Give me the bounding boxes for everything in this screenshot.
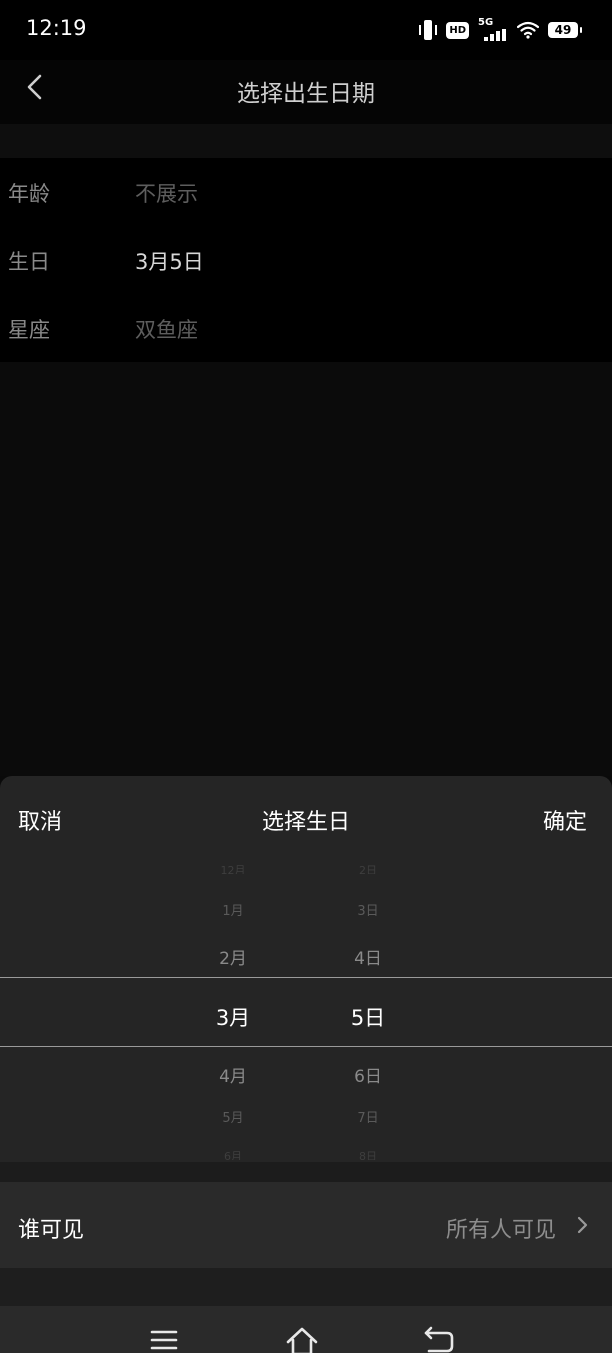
status-bar: 12:19 HD 5G 49 xyxy=(0,0,612,60)
menu-icon[interactable] xyxy=(146,1324,182,1353)
status-time: 12:19 xyxy=(26,16,87,40)
selection-top-line xyxy=(0,977,612,978)
profile-info-list: 年龄 不展示 生日 3月5日 星座 双鱼座 xyxy=(0,158,612,362)
age-label: 年龄 xyxy=(8,182,50,206)
day-option[interactable]: 3日 xyxy=(318,900,418,919)
system-nav-bar xyxy=(0,1306,612,1353)
month-option[interactable]: 5月 xyxy=(183,1107,283,1126)
day-option[interactable]: 4日 xyxy=(318,944,418,969)
birthday-row[interactable]: 生日 3月5日 xyxy=(0,226,612,294)
month-option[interactable]: 2月 xyxy=(183,944,283,969)
day-option[interactable]: 8日 xyxy=(318,1148,418,1160)
sheet-title: 选择生日 xyxy=(261,810,350,835)
confirm-button[interactable]: 确定 xyxy=(543,804,587,836)
network-label: 5G xyxy=(478,17,494,28)
battery-icon: 49 xyxy=(548,22,582,38)
top-bar: 选择出生日期 xyxy=(0,60,612,124)
back-icon[interactable] xyxy=(421,1324,457,1353)
modal-backdrop[interactable] xyxy=(0,362,612,776)
birthday-picker-screen: 12:19 HD 5G 49 选择出生日期 年龄 不展示 生日 3月5日 星座 … xyxy=(0,0,612,1353)
age-row[interactable]: 年龄 不展示 xyxy=(0,158,612,226)
birthday-label: 生日 xyxy=(8,250,50,274)
vibrate-icon xyxy=(419,20,438,40)
month-option-selected[interactable]: 3月 xyxy=(183,1002,283,1032)
birthday-bottom-sheet: 取消 选择生日 确定 12月 1月 2月 3月 4月 5月 6月 2日 3日 4… xyxy=(0,776,612,1306)
sheet-bottom-band xyxy=(0,1268,612,1306)
month-option[interactable]: 1月 xyxy=(183,900,283,919)
status-icons: HD 5G 49 xyxy=(419,17,582,42)
hd-icon: HD xyxy=(446,21,469,39)
day-option[interactable]: 7日 xyxy=(318,1107,418,1126)
visibility-row[interactable]: 谁可见 所有人可见 xyxy=(0,1182,612,1268)
wifi-icon xyxy=(517,21,539,39)
page-title: 选择出生日期 xyxy=(237,81,375,107)
chevron-right-icon xyxy=(577,1216,588,1234)
day-option-selected[interactable]: 5日 xyxy=(318,1002,418,1032)
sheet-header: 取消 选择生日 确定 xyxy=(0,776,612,866)
divider-band xyxy=(0,124,612,158)
constellation-label: 星座 xyxy=(8,318,50,342)
month-option[interactable]: 12月 xyxy=(183,862,283,874)
month-option[interactable]: 6月 xyxy=(183,1148,283,1160)
birthday-value: 3月5日 xyxy=(135,250,204,274)
constellation-value: 双鱼座 xyxy=(135,318,198,342)
sheet-gap xyxy=(0,1162,612,1182)
visibility-value: 所有人可见 xyxy=(445,1218,556,1243)
signal-5g-icon: 5G xyxy=(478,17,508,41)
constellation-row[interactable]: 星座 双鱼座 xyxy=(0,294,612,362)
date-picker: 12月 1月 2月 3月 4月 5月 6月 2日 3日 4日 5日 6日 7日 … xyxy=(0,862,612,1162)
age-value: 不展示 xyxy=(135,182,198,206)
visibility-label: 谁可见 xyxy=(18,1218,85,1243)
selection-bottom-line xyxy=(0,1046,612,1047)
month-option[interactable]: 4月 xyxy=(183,1062,283,1087)
day-option[interactable]: 2日 xyxy=(318,862,418,874)
day-option[interactable]: 6日 xyxy=(318,1062,418,1087)
home-icon[interactable] xyxy=(284,1324,320,1353)
